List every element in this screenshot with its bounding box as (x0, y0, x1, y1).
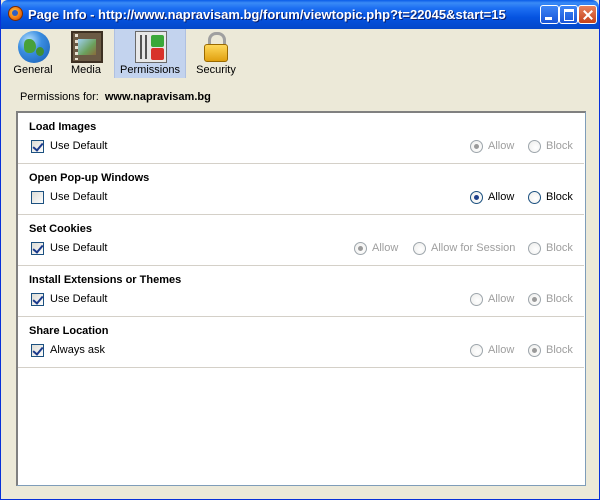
permission-set-cookies: Set Cookies Use Default Allow Allow for … (18, 215, 584, 266)
allow-radio[interactable] (470, 191, 483, 204)
permissions-site: www.napravisam.bg (104, 91, 211, 103)
permissions-for-label: Permissions for: (20, 91, 99, 103)
tab-general-label: General (13, 64, 53, 76)
tab-security-label: Security (196, 64, 236, 76)
tab-permissions[interactable]: Permissions (114, 29, 186, 78)
page-info-window: Page Info - http://www.napravisam.bg/for… (0, 0, 600, 500)
use-default-checkbox[interactable] (31, 242, 44, 255)
page-info-toolbar: General Media Permissions Security (1, 29, 599, 79)
permission-load-images: Load Images Use Default Allow Block (18, 113, 584, 164)
window-title: Page Info - http://www.napravisam.bg/for… (28, 7, 506, 22)
allow-label: Allow (372, 242, 399, 254)
block-label: Block (546, 344, 573, 356)
block-label: Block (546, 293, 573, 305)
permissions-list: Load Images Use Default Allow Block Open… (16, 111, 586, 486)
use-default-label: Use Default (50, 293, 108, 305)
tab-security[interactable]: Security (191, 29, 241, 78)
use-default-checkbox[interactable] (31, 191, 44, 204)
allow-label: Allow (488, 344, 515, 356)
media-icon (71, 31, 103, 63)
permission-share-location: Share Location Always ask Allow Block (18, 317, 584, 368)
always-ask-label: Always ask (50, 344, 106, 356)
permission-title: Open Pop-up Windows (29, 172, 150, 184)
permissions-icon (135, 31, 167, 63)
allow-for-session-label: Allow for Session (431, 242, 516, 254)
tab-permissions-label: Permissions (120, 64, 180, 76)
block-radio[interactable] (528, 293, 541, 306)
permission-title: Share Location (29, 325, 109, 337)
allow-for-session-radio[interactable] (413, 242, 426, 255)
tab-media-label: Media (71, 64, 101, 76)
use-default-checkbox[interactable] (31, 140, 44, 153)
use-default-label: Use Default (50, 242, 108, 254)
allow-radio[interactable] (470, 344, 483, 357)
use-default-checkbox[interactable] (31, 293, 44, 306)
permission-title: Install Extensions or Themes (29, 274, 182, 286)
title-bar[interactable]: Page Info - http://www.napravisam.bg/for… (1, 0, 599, 29)
allow-label: Allow (488, 293, 515, 305)
close-button[interactable] (578, 5, 597, 24)
firefox-icon (8, 6, 23, 21)
block-label: Block (546, 191, 573, 203)
permission-title: Set Cookies (29, 223, 92, 235)
block-radio[interactable] (528, 191, 541, 204)
permission-install-extensions: Install Extensions or Themes Use Default… (18, 266, 584, 317)
permission-popup-windows: Open Pop-up Windows Use Default Allow Bl… (18, 164, 584, 215)
block-label: Block (546, 242, 573, 254)
block-label: Block (546, 140, 573, 152)
allow-radio[interactable] (354, 242, 367, 255)
permission-title: Load Images (29, 121, 97, 133)
block-radio[interactable] (528, 140, 541, 153)
block-radio[interactable] (528, 344, 541, 357)
tab-media[interactable]: Media (63, 29, 109, 78)
always-ask-checkbox[interactable] (31, 344, 44, 357)
use-default-label: Use Default (50, 191, 108, 203)
minimize-button[interactable] (540, 5, 559, 24)
use-default-label: Use Default (50, 140, 108, 152)
lock-icon (200, 31, 232, 63)
globe-icon (18, 31, 50, 63)
allow-label: Allow (488, 140, 515, 152)
tab-general[interactable]: General (9, 29, 57, 78)
allow-radio[interactable] (470, 293, 483, 306)
permissions-for: Permissions for: www.napravisam.bg (20, 91, 211, 103)
maximize-button[interactable] (559, 5, 578, 24)
allow-radio[interactable] (470, 140, 483, 153)
block-radio[interactable] (528, 242, 541, 255)
allow-label: Allow (488, 191, 515, 203)
